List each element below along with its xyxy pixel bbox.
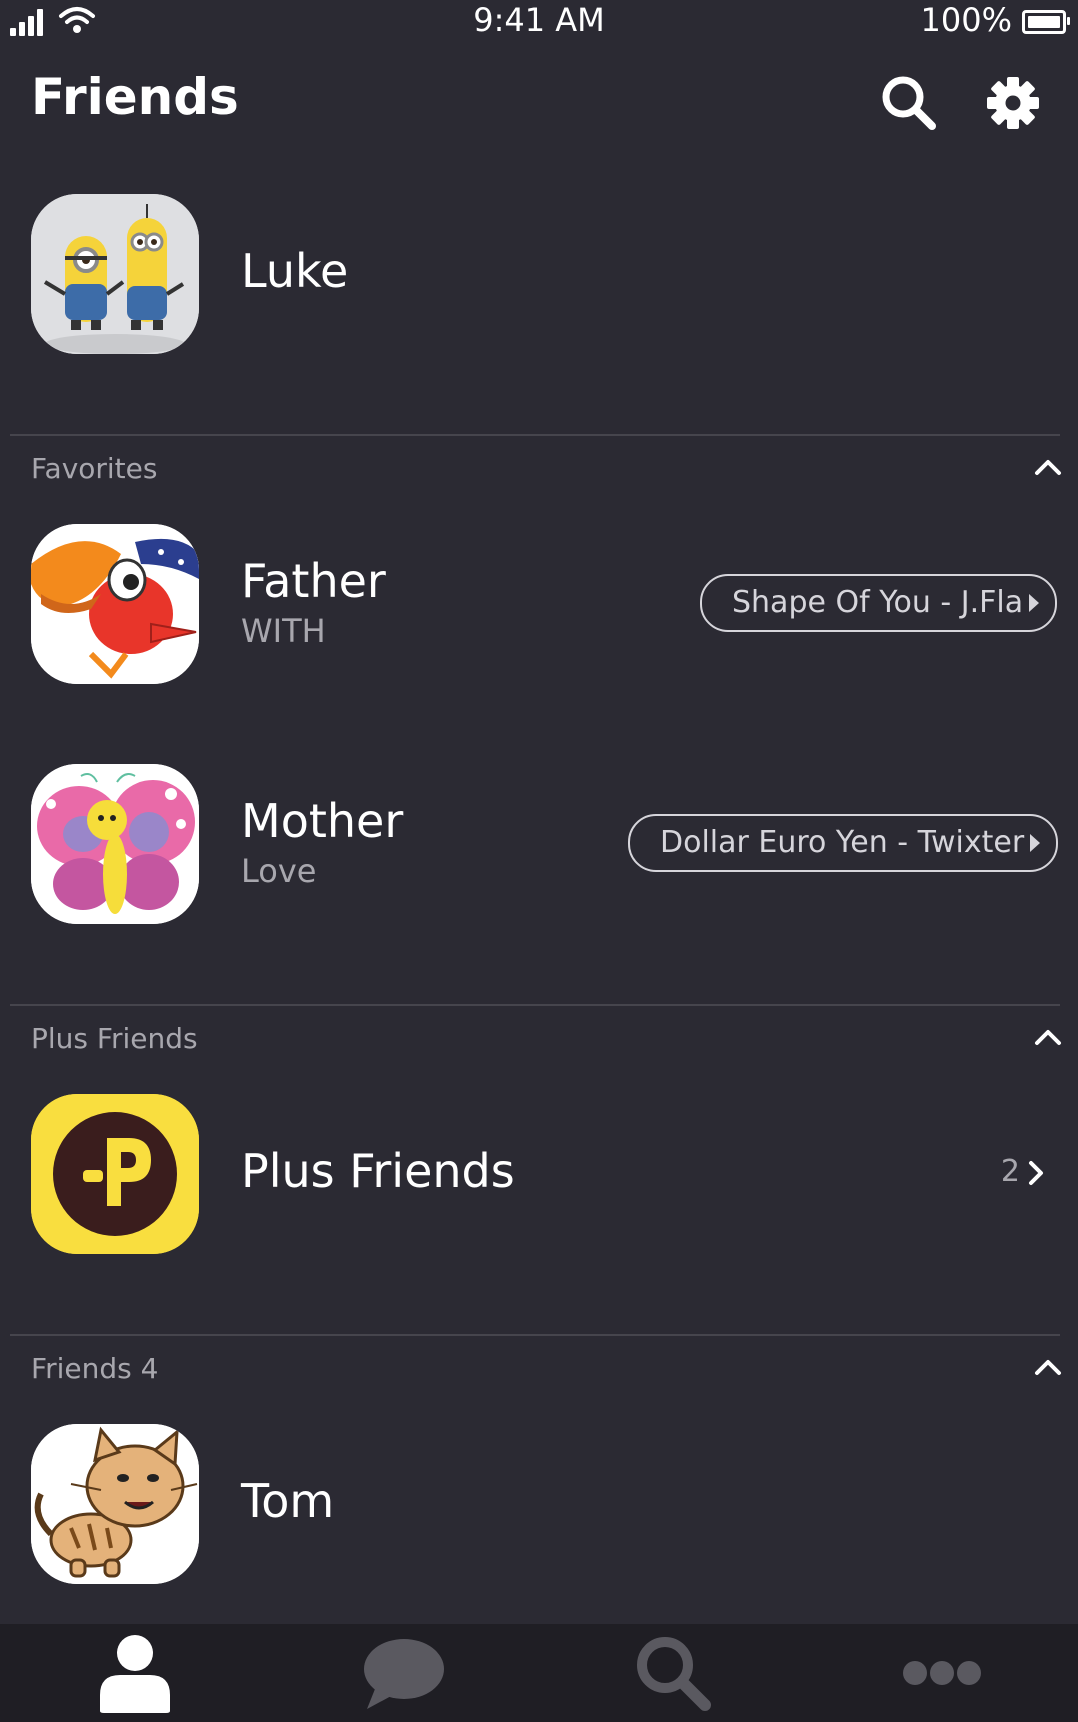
- my-profile-row[interactable]: Luke: [0, 194, 1078, 354]
- plus-friends-logo: [31, 1094, 199, 1254]
- friend-row-mother[interactable]: Mother Love Dollar Euro Yen - Twixter: [0, 764, 1078, 924]
- battery-icon: [1022, 10, 1070, 34]
- friend-row-father[interactable]: Father WITH Shape Of You - J.Fla: [0, 524, 1078, 684]
- minions-avatar: [31, 194, 199, 354]
- chat-bubble-icon: [363, 1639, 444, 1709]
- butterfly-avatar: [31, 764, 199, 924]
- chevron-up-icon[interactable]: [1034, 458, 1062, 476]
- favorites-section-header[interactable]: Favorites: [0, 448, 1078, 492]
- divider: [10, 434, 1060, 436]
- tab-more[interactable]: [807, 1624, 1076, 1722]
- plus-friends-name: Plus Friends: [241, 1144, 515, 1198]
- friend-name: Tom: [241, 1474, 335, 1528]
- status-bar: 9:41 AM 100%: [0, 0, 1078, 44]
- divider: [10, 1334, 1060, 1336]
- settings-button[interactable]: [982, 72, 1044, 134]
- chevron-up-icon[interactable]: [1034, 1028, 1062, 1046]
- friend-row-tom[interactable]: Tom: [0, 1424, 1078, 1584]
- tab-search[interactable]: [538, 1624, 807, 1722]
- music-title: Shape Of You - J.Fla: [732, 585, 1024, 620]
- plus-friends-row[interactable]: Plus Friends 2: [0, 1094, 1078, 1254]
- section-label: Friends 4: [31, 1352, 159, 1385]
- tab-bar: [0, 1624, 1078, 1722]
- play-icon: [1030, 834, 1041, 852]
- cat-avatar: [31, 1424, 199, 1584]
- gear-icon: [987, 77, 1039, 129]
- divider: [10, 1004, 1060, 1006]
- header: Friends: [0, 60, 1078, 142]
- music-status-pill[interactable]: Dollar Euro Yen - Twixter: [628, 814, 1059, 872]
- section-label: Plus Friends: [31, 1022, 198, 1055]
- chevron-up-icon[interactable]: [1034, 1358, 1062, 1376]
- play-icon: [1029, 594, 1040, 612]
- friend-name: Mother: [241, 794, 404, 848]
- page-title: Friends: [31, 68, 239, 126]
- plus-friends-section-header[interactable]: Plus Friends: [0, 1018, 1078, 1062]
- friends-section-header[interactable]: Friends 4: [0, 1348, 1078, 1392]
- parrot-avatar: [31, 524, 199, 684]
- section-label: Favorites: [31, 452, 158, 485]
- friend-status-message: WITH: [241, 612, 326, 650]
- friend-name: Father: [241, 554, 386, 608]
- friend-status-message: Love: [241, 852, 317, 890]
- plus-friends-count: 2: [1000, 1154, 1020, 1189]
- music-title: Dollar Euro Yen - Twixter: [660, 825, 1025, 860]
- person-icon: [99, 1635, 170, 1713]
- search-icon: [636, 1637, 711, 1711]
- music-status-pill[interactable]: Shape Of You - J.Fla: [700, 574, 1058, 632]
- more-icon: [902, 1661, 981, 1685]
- profile-name: Luke: [241, 244, 349, 298]
- status-time: 9:41 AM: [473, 1, 605, 39]
- search-button[interactable]: [878, 72, 940, 134]
- tab-friends[interactable]: [0, 1624, 269, 1722]
- tab-chats[interactable]: [269, 1624, 538, 1722]
- battery-percent: 100%: [920, 1, 1012, 39]
- chevron-right-icon: [1029, 1161, 1043, 1185]
- search-icon: [882, 76, 936, 130]
